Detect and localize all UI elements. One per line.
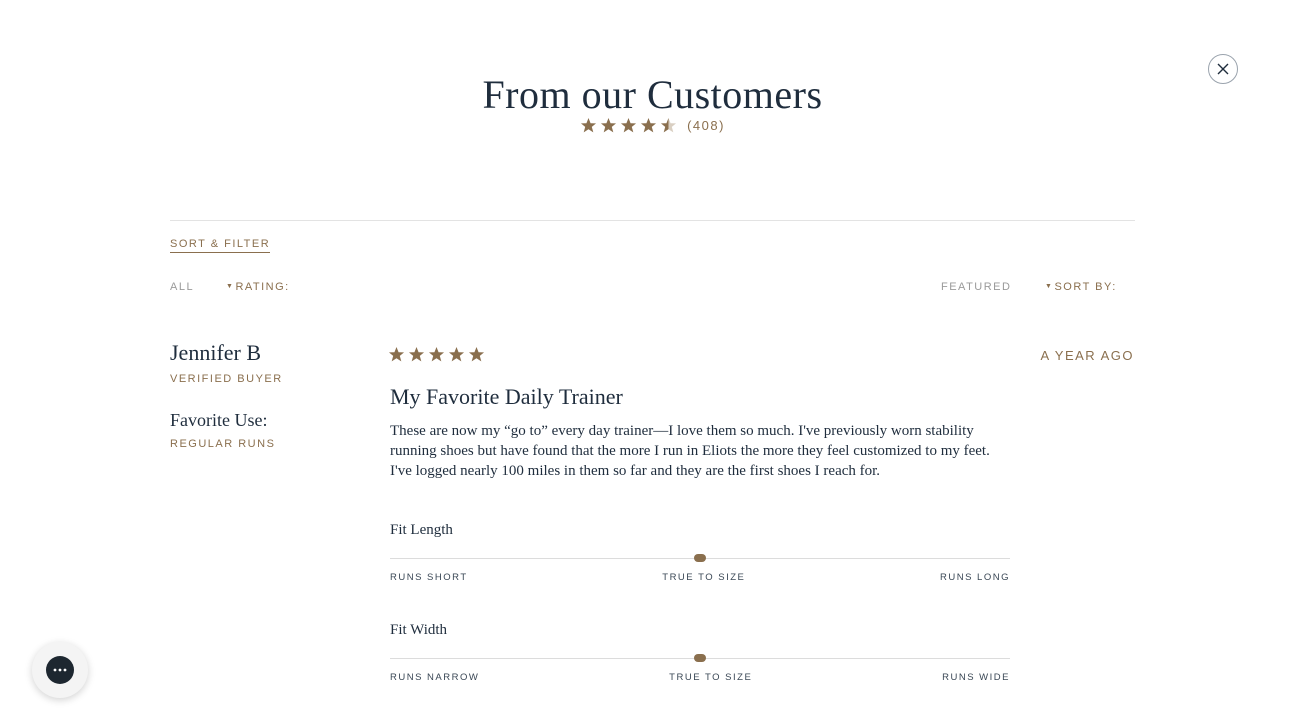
review-body: These are now my “go to” every day train… bbox=[390, 423, 990, 479]
star-icon bbox=[408, 346, 425, 362]
chat-button[interactable] bbox=[32, 642, 88, 698]
average-rating-stars bbox=[580, 117, 677, 134]
sort-filter-toggle[interactable]: SORT & FILTER bbox=[170, 238, 271, 253]
rating-filter-dropdown[interactable]: ▼RATING: bbox=[226, 281, 290, 293]
star-icon bbox=[661, 117, 677, 133]
modal-title: From our Customers bbox=[482, 71, 823, 117]
review-date: A YEAR AGO bbox=[1040, 348, 1134, 363]
fit-width-title: Fit Width bbox=[390, 622, 448, 638]
fit-length-marker bbox=[694, 554, 706, 562]
fit-width-marker bbox=[694, 654, 706, 662]
star-icon bbox=[621, 117, 637, 133]
fit-length-labels: RUNS SHORT TRUE TO SIZE RUNS LONG bbox=[390, 572, 1010, 583]
fit-length-center-label: TRUE TO SIZE bbox=[662, 572, 746, 583]
review-rating-stars bbox=[388, 346, 485, 363]
star-icon bbox=[601, 117, 617, 133]
star-icon bbox=[581, 117, 597, 133]
sort-label: SORT BY: bbox=[1054, 281, 1117, 293]
star-icon bbox=[468, 346, 485, 362]
reviewer-name: Jennifer B bbox=[170, 340, 262, 365]
divider bbox=[170, 220, 1135, 221]
fit-width-right-label: RUNS WIDE bbox=[942, 672, 1010, 683]
fit-width-scale: Fit Width RUNS NARROW TRUE TO SIZE RUNS … bbox=[390, 622, 1012, 683]
fit-width-center-label: TRUE TO SIZE bbox=[669, 672, 753, 683]
rating-summary: (408) bbox=[0, 117, 1305, 134]
close-button[interactable] bbox=[1208, 54, 1238, 84]
fit-length-scale: Fit Length RUNS SHORT TRUE TO SIZE RUNS … bbox=[390, 522, 1012, 583]
fit-width-left-label: RUNS NARROW bbox=[390, 672, 480, 683]
sort-dropdown[interactable]: ▼SORT BY: bbox=[1045, 281, 1117, 293]
favorite-use-value: REGULAR RUNS bbox=[170, 438, 276, 450]
star-icon bbox=[641, 117, 657, 133]
star-icon bbox=[388, 346, 405, 362]
sort-value[interactable]: FEATURED bbox=[941, 281, 1011, 293]
fit-width-labels: RUNS NARROW TRUE TO SIZE RUNS WIDE bbox=[390, 672, 1010, 683]
review-count: (408) bbox=[687, 118, 725, 133]
fit-length-right-label: RUNS LONG bbox=[940, 572, 1010, 583]
chevron-down-icon: ▼ bbox=[226, 283, 235, 290]
favorite-use-label: Favorite Use: bbox=[170, 410, 268, 430]
chat-icon bbox=[46, 656, 74, 684]
fit-length-title: Fit Length bbox=[390, 522, 453, 538]
rating-filter-label: RATING: bbox=[235, 281, 290, 293]
review-title: My Favorite Daily Trainer bbox=[390, 384, 623, 409]
star-icon bbox=[428, 346, 445, 362]
verified-badge: VERIFIED BUYER bbox=[170, 373, 283, 385]
chevron-down-icon: ▼ bbox=[1045, 283, 1054, 290]
rating-filter-value[interactable]: ALL bbox=[170, 281, 194, 293]
close-icon bbox=[1217, 63, 1229, 75]
fit-length-left-label: RUNS SHORT bbox=[390, 572, 468, 583]
star-icon bbox=[448, 346, 465, 362]
